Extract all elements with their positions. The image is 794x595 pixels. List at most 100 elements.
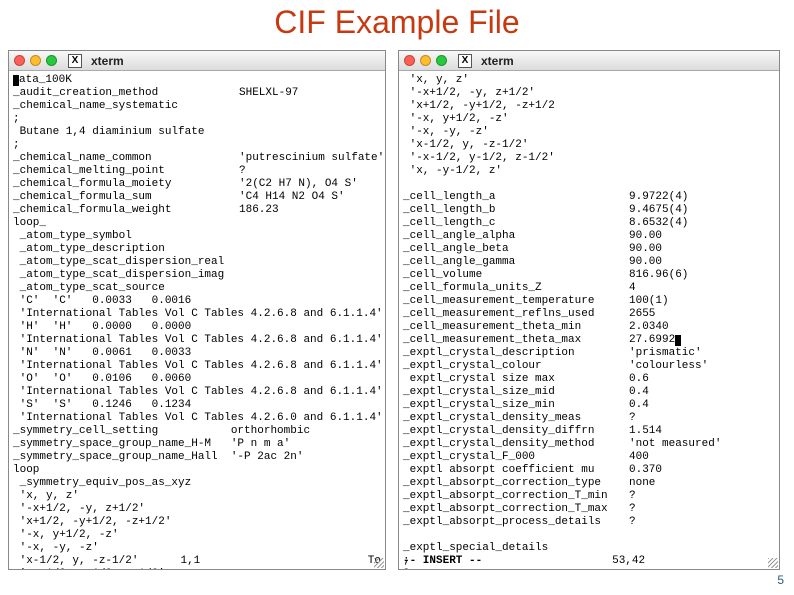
- terminal-line: _cell_measurement_theta_max: [403, 334, 608, 347]
- terminal-line: _exptl_crystal_F_000: [403, 451, 608, 464]
- close-icon[interactable]: [404, 55, 415, 66]
- terminal-line: 'not measured': [629, 438, 721, 451]
- terminal-line: _cell_formula_units_Z: [403, 282, 608, 295]
- status-mode: -- INSERT --: [403, 555, 482, 567]
- resize-handle[interactable]: [374, 558, 384, 568]
- terminal-line: 9.9722(4): [629, 191, 721, 204]
- x11-icon: X: [68, 54, 82, 68]
- minimize-icon[interactable]: [30, 55, 41, 66]
- terminal-line: '-x, -y, -z': [403, 126, 608, 139]
- terminal-line: 0.4: [629, 386, 721, 399]
- terminal-content[interactable]: ata_100K_audit_creation_method_chemical_…: [9, 71, 385, 569]
- terminal-line: exptl_crystal size max: [403, 373, 608, 386]
- terminal-line: 4: [629, 282, 721, 295]
- terminal-line: [629, 87, 721, 100]
- terminal-line: _symmetry_equiv_pos_as_xyz: [13, 477, 383, 490]
- page-number: 5: [777, 573, 784, 587]
- terminal-line: [629, 100, 721, 113]
- terminal-line: 2.0340: [629, 321, 721, 334]
- terminal-line: 'N' 'N' 0.0061 0.0033: [13, 347, 383, 360]
- terminal-line: 'x, y, z': [13, 490, 383, 503]
- terminal-line: _symmetry_cell_setting orthorhombic: [13, 425, 383, 438]
- terminal-line: _atom_type_symbol: [13, 230, 383, 243]
- terminal-line: _exptl_absorpt_correction_T_min: [403, 490, 608, 503]
- terminal-line: _exptl_absorpt_correction_type: [403, 477, 608, 490]
- zoom-icon[interactable]: [46, 55, 57, 66]
- text-cursor: [675, 335, 681, 346]
- terminal-line: 8.6532(4): [629, 217, 721, 230]
- terminal-line: none: [629, 477, 721, 490]
- resize-handle[interactable]: [768, 558, 778, 568]
- terminal-line: '-x, y+1/2, -z': [13, 529, 383, 542]
- vim-status-line: 1,1 To: [13, 555, 381, 567]
- terminal-line: ?: [629, 503, 721, 516]
- terminal-line: _exptl_crystal_size_mid: [403, 386, 608, 399]
- text-cursor: [13, 75, 19, 86]
- terminal-line: 'C' 'C' 0.0033 0.0016: [13, 295, 383, 308]
- status-cursor-pos: 1,1: [180, 555, 200, 567]
- terminal-line: _atom_type_scat_dispersion_imag: [13, 269, 383, 282]
- status-cursor-pos: 53,42: [612, 555, 645, 567]
- titlebar[interactable]: X xterm: [399, 51, 779, 71]
- terminal-line: '-x-1/2, y-1/2, z-1/2': [403, 152, 608, 165]
- terminal-line: 'x+1/2, -y+1/2, -z+1/2': [13, 516, 383, 529]
- terminal-line: 2655: [629, 308, 721, 321]
- terminal-line: 'S' 'S' 0.1246 0.1234: [13, 399, 383, 412]
- zoom-icon[interactable]: [436, 55, 447, 66]
- terminal-line: _cell_length_b: [403, 204, 608, 217]
- titlebar[interactable]: X xterm: [9, 51, 385, 71]
- window-title: xterm: [91, 54, 124, 68]
- terminal-line: [239, 126, 384, 139]
- terminal-line: [629, 126, 721, 139]
- terminal-line: 816.96(6): [629, 269, 721, 282]
- terminal-line: 'O' 'O' 0.0106 0.0060: [13, 373, 383, 386]
- terminal-line: 90.00: [629, 256, 721, 269]
- terminal-line: [403, 178, 608, 191]
- terminal-line: _exptl_crystal_density_method: [403, 438, 608, 451]
- terminal-line: '-x-1/2, y-1/2, z-1/2': [13, 568, 383, 569]
- terminal-line: exptl absorpt coefficient mu: [403, 464, 608, 477]
- terminal-line: '-x+1/2, -y, z+1/2': [403, 87, 608, 100]
- terminal-line: 'x+1/2, -y+1/2, -z+1/2: [403, 100, 608, 113]
- terminal-line: [629, 178, 721, 191]
- terminal-line: _cell_angle_gamma: [403, 256, 608, 269]
- terminal-line: [403, 529, 608, 542]
- terminal-line: _exptl_special_details: [403, 542, 608, 555]
- terminal-content[interactable]: 'x, y, z' '-x+1/2, -y, z+1/2' 'x+1/2, -y…: [399, 71, 779, 569]
- terminal-line: 'colourless': [629, 360, 721, 373]
- terminal-line: _atom_type_description: [13, 243, 383, 256]
- terminal-line: _cell_measurement_theta_min: [403, 321, 608, 334]
- terminal-line: 'x, -y-1/2, z': [403, 165, 608, 178]
- terminal-line: 'International Tables Vol C Tables 4.2.6…: [13, 412, 383, 425]
- terminal-line: 90.00: [629, 243, 721, 256]
- terminal-line: [629, 139, 721, 152]
- terminal-line: 100(1): [629, 295, 721, 308]
- terminal-line: _exptl_absorpt_correction_T_max: [403, 503, 608, 516]
- terminal-line: '2(C2 H7 N), O4 S': [239, 178, 384, 191]
- terminal-line: _symmetry_space_group_name_H-M 'P n m a': [13, 438, 383, 451]
- terminal-line: 400: [629, 451, 721, 464]
- close-icon[interactable]: [14, 55, 25, 66]
- terminal-line: 'C4 H14 N2 O4 S': [239, 191, 384, 204]
- minimize-icon[interactable]: [420, 55, 431, 66]
- terminal-line: _cell_angle_beta: [403, 243, 608, 256]
- terminal-line: [239, 100, 384, 113]
- terminal-line: 'putrescinium sulfate': [239, 152, 384, 165]
- terminal-line: _exptl_crystal_colour: [403, 360, 608, 373]
- terminal-line: _exptl_crystal_description: [403, 347, 608, 360]
- xterm-window-left: X xterm ata_100K_audit_creation_method_c…: [8, 50, 386, 570]
- terminal-line: 'x-1/2, y, -z-1/2': [403, 139, 608, 152]
- vim-status-line: -- INSERT -- 53,42: [403, 555, 775, 567]
- terminal-line: [239, 139, 384, 152]
- terminal-line: loop_: [13, 217, 383, 230]
- terminal-line: 27.6992: [629, 334, 721, 347]
- terminal-line: [629, 152, 721, 165]
- terminal-line: ?: [239, 165, 384, 178]
- terminal-line: '-x, -y, -z': [13, 542, 383, 555]
- window-title: xterm: [481, 54, 514, 68]
- terminal-line: '-x, y+1/2, -z': [403, 113, 608, 126]
- terminal-line: 'x, y, z': [403, 74, 608, 87]
- terminal-line: _cell_angle_alpha: [403, 230, 608, 243]
- terminal-line: ?: [629, 412, 721, 425]
- terminal-line: 'International Tables Vol C Tables 4.2.6…: [13, 308, 383, 321]
